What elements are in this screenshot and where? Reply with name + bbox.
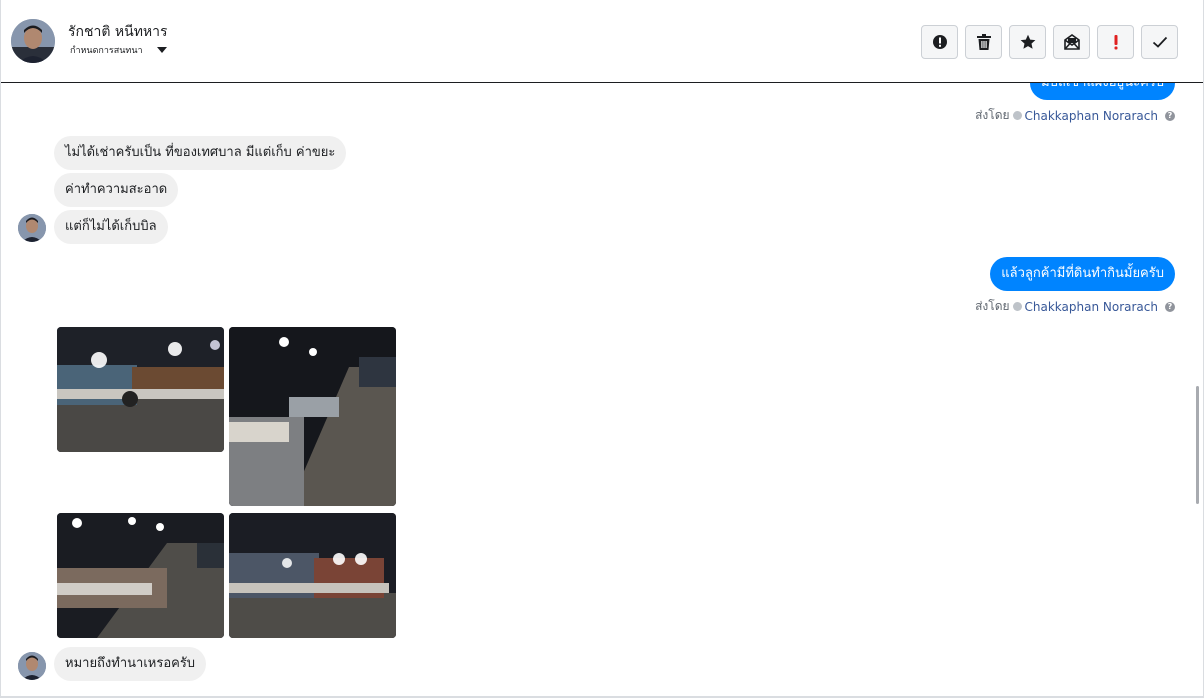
message-bubble-incoming[interactable]: ไม่ได้เช่าครับเป็น ที่ของเทศบาล มีแต่เก็… bbox=[54, 136, 347, 170]
star-button[interactable] bbox=[1009, 25, 1046, 59]
exclamation-icon bbox=[1114, 35, 1117, 50]
message-thread: มีบิลเช่าแผงอยู่นะครับ ส่งโดย Chakkaphan… bbox=[1, 83, 1203, 697]
mark-unread-button[interactable] bbox=[1053, 25, 1090, 59]
contact-avatar-small bbox=[18, 214, 46, 242]
check-icon bbox=[1152, 36, 1167, 48]
sender-name-link[interactable]: Chakkaphan Norarach bbox=[1025, 109, 1158, 123]
sender-name-link[interactable]: Chakkaphan Norarach bbox=[1025, 300, 1158, 314]
photo-attachment[interactable] bbox=[229, 327, 396, 506]
message-bubble-incoming[interactable]: แต่ก็ไม่ได้เก็บบิล bbox=[54, 210, 168, 244]
contact-name[interactable]: รักชาติ หนีทหาร bbox=[68, 21, 168, 43]
assign-conversation-label[interactable]: กำหนดการสนทนา bbox=[70, 45, 143, 56]
sent-by-line: ส่งโดย Chakkaphan Norarach ? bbox=[975, 297, 1175, 316]
caret-down-icon[interactable] bbox=[157, 47, 167, 53]
message-bubble-outgoing[interactable]: แล้วลูกค้ามีที่ดินทำกินมั้ยครับ bbox=[990, 257, 1175, 291]
message-bubble-outgoing[interactable]: มีบิลเช่าแผงอยู่นะครับ bbox=[1030, 83, 1175, 100]
photo-attachment[interactable] bbox=[57, 327, 224, 452]
photo-attachment[interactable] bbox=[229, 513, 396, 638]
help-icon[interactable]: ? bbox=[1165, 301, 1175, 312]
scrollbar-thumb[interactable] bbox=[1196, 386, 1199, 504]
sent-status-icon bbox=[1012, 111, 1022, 120]
alert-circle-icon bbox=[932, 35, 947, 49]
conversation-header: รักชาติ หนีทหาร กำหนดการสนทนา bbox=[1, 0, 1203, 83]
follow-up-button[interactable] bbox=[1097, 25, 1134, 59]
conversation-toolbar bbox=[921, 25, 1178, 59]
message-bubble-incoming[interactable]: หมายถึงทำนาเหรอครับ bbox=[54, 647, 207, 681]
contact-avatar-small bbox=[18, 652, 46, 680]
conversation-panel: รักชาติ หนีทหาร กำหนดการสนทนา ส่งโดย Cha… bbox=[0, 0, 1204, 698]
sent-status-icon bbox=[1012, 302, 1022, 311]
sent-by-prefix: ส่งโดย bbox=[975, 299, 1010, 313]
mark-spam-button[interactable] bbox=[921, 25, 958, 59]
star-icon bbox=[1020, 34, 1035, 49]
message-bubble-incoming[interactable]: ค่าทำความสะอาด bbox=[54, 173, 179, 207]
sent-by-line: ส่งโดย Chakkaphan Norarach ? bbox=[975, 106, 1175, 125]
mail-open-icon bbox=[1063, 34, 1080, 50]
delete-button[interactable] bbox=[965, 25, 1002, 59]
contact-avatar[interactable] bbox=[11, 19, 55, 63]
divider bbox=[1, 696, 1203, 697]
mark-done-button[interactable] bbox=[1141, 25, 1178, 59]
sent-by-prefix: ส่งโดย bbox=[975, 108, 1010, 122]
photo-attachment[interactable] bbox=[57, 513, 224, 638]
trash-icon bbox=[976, 34, 991, 50]
help-icon[interactable]: ? bbox=[1165, 110, 1175, 121]
